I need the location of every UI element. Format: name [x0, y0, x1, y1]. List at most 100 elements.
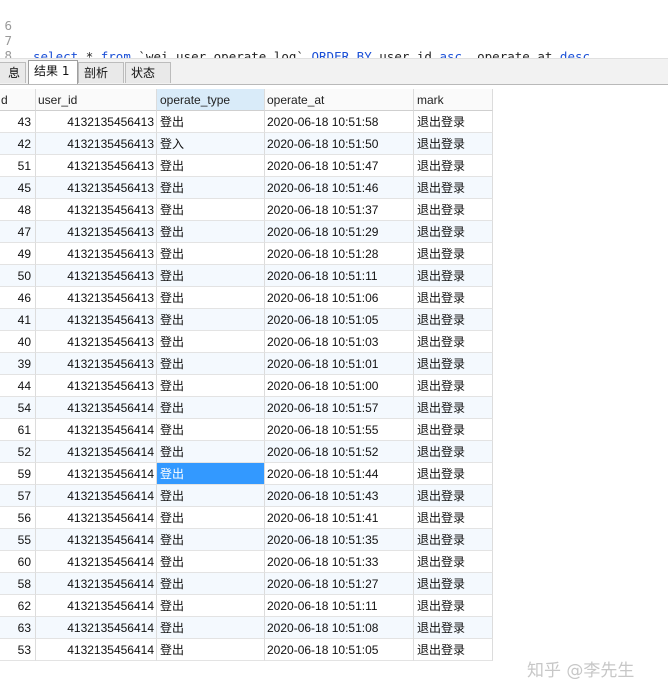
cell-operate-type[interactable]: 登出 [157, 573, 265, 595]
cell-id[interactable]: 61 [0, 419, 36, 441]
cell-operate-at[interactable]: 2020-06-18 10:51:27 [265, 573, 414, 595]
cell-operate-type[interactable]: 登出 [157, 221, 265, 243]
table-row[interactable]: 46 4132135456413 登出 2020-06-18 10:51:06 退出登录 [0, 287, 493, 309]
table-row[interactable]: 45 4132135456413 登出 2020-06-18 10:51:46 退出登录 [0, 177, 493, 199]
cell-operate-type[interactable]: 登出 [157, 331, 265, 353]
column-header-operate-at[interactable]: operate_at [265, 89, 414, 111]
cell-mark[interactable]: 退出登录 [414, 243, 493, 265]
cell-user-id[interactable]: 4132135456414 [36, 485, 157, 507]
cell-id[interactable]: 50 [0, 265, 36, 287]
table-row[interactable]: 53 4132135456414 登出 2020-06-18 10:51:05 退出登录 [0, 639, 493, 661]
cell-user-id[interactable]: 4132135456413 [36, 331, 157, 353]
cell-operate-at[interactable]: 2020-06-18 10:51:11 [265, 265, 414, 287]
cell-id[interactable]: 62 [0, 595, 36, 617]
table-row[interactable]: 49 4132135456413 登出 2020-06-18 10:51:28 退出登录 [0, 243, 493, 265]
tab-profile[interactable]: 剖析 [78, 62, 124, 83]
cell-operate-at[interactable]: 2020-06-18 10:51:01 [265, 353, 414, 375]
cell-operate-type[interactable]: 登出 [157, 529, 265, 551]
cell-operate-type[interactable]: 登出 [157, 155, 265, 177]
cell-id[interactable]: 54 [0, 397, 36, 419]
table-row[interactable]: 59 4132135456414 登出 2020-06-18 10:51:44 退出登录 [0, 463, 493, 485]
table-row[interactable]: 50 4132135456413 登出 2020-06-18 10:51:11 退出登录 [0, 265, 493, 287]
cell-id[interactable]: 58 [0, 573, 36, 595]
cell-user-id[interactable]: 4132135456414 [36, 463, 157, 485]
cell-mark[interactable]: 退出登录 [414, 595, 493, 617]
cell-operate-at[interactable]: 2020-06-18 10:51:05 [265, 639, 414, 661]
tab-result-1[interactable]: 结果 1 [28, 60, 78, 84]
cell-id[interactable]: 55 [0, 529, 36, 551]
cell-user-id[interactable]: 4132135456414 [36, 529, 157, 551]
table-row[interactable]: 51 4132135456413 登出 2020-06-18 10:51:47 退出登录 [0, 155, 493, 177]
cell-operate-type[interactable]: 登出 [157, 287, 265, 309]
cell-mark[interactable]: 退出登录 [414, 265, 493, 287]
cell-mark[interactable]: 退出登录 [414, 441, 493, 463]
cell-operate-type[interactable]: 登出 [157, 199, 265, 221]
table-row[interactable]: 47 4132135456413 登出 2020-06-18 10:51:29 退出登录 [0, 221, 493, 243]
cell-operate-type[interactable]: 登出 [157, 419, 265, 441]
cell-mark[interactable]: 退出登录 [414, 375, 493, 397]
table-row[interactable]: 40 4132135456413 登出 2020-06-18 10:51:03 退出登录 [0, 331, 493, 353]
column-header-mark[interactable]: mark [414, 89, 493, 111]
cell-id[interactable]: 59 [0, 463, 36, 485]
cell-operate-at[interactable]: 2020-06-18 10:51:11 [265, 595, 414, 617]
cell-operate-type[interactable]: 登出 [157, 595, 265, 617]
cell-mark[interactable]: 退出登录 [414, 177, 493, 199]
cell-mark[interactable]: 退出登录 [414, 331, 493, 353]
table-row[interactable]: 55 4132135456414 登出 2020-06-18 10:51:35 退出登录 [0, 529, 493, 551]
table-row[interactable]: 39 4132135456413 登出 2020-06-18 10:51:01 退出登录 [0, 353, 493, 375]
cell-mark[interactable]: 退出登录 [414, 287, 493, 309]
cell-mark[interactable]: 退出登录 [414, 529, 493, 551]
cell-user-id[interactable]: 4132135456414 [36, 617, 157, 639]
cell-operate-at[interactable]: 2020-06-18 10:51:06 [265, 287, 414, 309]
cell-operate-type[interactable]: 登出 [157, 551, 265, 573]
table-row[interactable]: 43 4132135456413 登出 2020-06-18 10:51:58 退出登录 [0, 111, 493, 133]
cell-operate-at[interactable]: 2020-06-18 10:51:43 [265, 485, 414, 507]
cell-mark[interactable]: 退出登录 [414, 463, 493, 485]
cell-user-id[interactable]: 4132135456413 [36, 375, 157, 397]
table-row[interactable]: 62 4132135456414 登出 2020-06-18 10:51:11 退出登录 [0, 595, 493, 617]
cell-id[interactable]: 44 [0, 375, 36, 397]
cell-operate-type[interactable]: 登出 [157, 463, 265, 485]
cell-user-id[interactable]: 4132135456414 [36, 551, 157, 573]
cell-mark[interactable]: 退出登录 [414, 397, 493, 419]
cell-operate-at[interactable]: 2020-06-18 10:51:41 [265, 507, 414, 529]
cell-id[interactable]: 63 [0, 617, 36, 639]
cell-operate-at[interactable]: 2020-06-18 10:51:57 [265, 397, 414, 419]
cell-user-id[interactable]: 4132135456413 [36, 111, 157, 133]
cell-operate-type[interactable]: 登入 [157, 133, 265, 155]
cell-id[interactable]: 47 [0, 221, 36, 243]
cell-user-id[interactable]: 4132135456414 [36, 441, 157, 463]
cell-id[interactable]: 40 [0, 331, 36, 353]
column-header-operate-type[interactable]: operate_type [157, 89, 265, 111]
table-row[interactable]: 54 4132135456414 登出 2020-06-18 10:51:57 退出登录 [0, 397, 493, 419]
table-row[interactable]: 41 4132135456413 登出 2020-06-18 10:51:05 退出登录 [0, 309, 493, 331]
table-row[interactable]: 44 4132135456413 登出 2020-06-18 10:51:00 退出登录 [0, 375, 493, 397]
sql-editor[interactable]: 6 7 select * from `wei_user_operate_log`… [0, 0, 668, 64]
cell-operate-at[interactable]: 2020-06-18 10:51:28 [265, 243, 414, 265]
cell-operate-at[interactable]: 2020-06-18 10:51:05 [265, 309, 414, 331]
cell-user-id[interactable]: 4132135456414 [36, 507, 157, 529]
cell-id[interactable]: 41 [0, 309, 36, 331]
cell-mark[interactable]: 退出登录 [414, 133, 493, 155]
table-row[interactable]: 52 4132135456414 登出 2020-06-18 10:51:52 退出登录 [0, 441, 493, 463]
cell-user-id[interactable]: 4132135456413 [36, 199, 157, 221]
cell-operate-type[interactable]: 登出 [157, 375, 265, 397]
cell-user-id[interactable]: 4132135456413 [36, 265, 157, 287]
cell-operate-at[interactable]: 2020-06-18 10:51:29 [265, 221, 414, 243]
cell-operate-at[interactable]: 2020-06-18 10:51:08 [265, 617, 414, 639]
cell-mark[interactable]: 退出登录 [414, 573, 493, 595]
cell-user-id[interactable]: 4132135456414 [36, 595, 157, 617]
cell-operate-type[interactable]: 登出 [157, 639, 265, 661]
cell-user-id[interactable]: 4132135456413 [36, 243, 157, 265]
cell-operate-type[interactable]: 登出 [157, 265, 265, 287]
cell-operate-type[interactable]: 登出 [157, 441, 265, 463]
table-row[interactable]: 57 4132135456414 登出 2020-06-18 10:51:43 退出登录 [0, 485, 493, 507]
cell-user-id[interactable]: 4132135456413 [36, 353, 157, 375]
cell-operate-at[interactable]: 2020-06-18 10:51:55 [265, 419, 414, 441]
cell-user-id[interactable]: 4132135456413 [36, 287, 157, 309]
cell-mark[interactable]: 退出登录 [414, 639, 493, 661]
cell-id[interactable]: 46 [0, 287, 36, 309]
cell-operate-at[interactable]: 2020-06-18 10:51:52 [265, 441, 414, 463]
cell-id[interactable]: 52 [0, 441, 36, 463]
cell-operate-type[interactable]: 登出 [157, 309, 265, 331]
